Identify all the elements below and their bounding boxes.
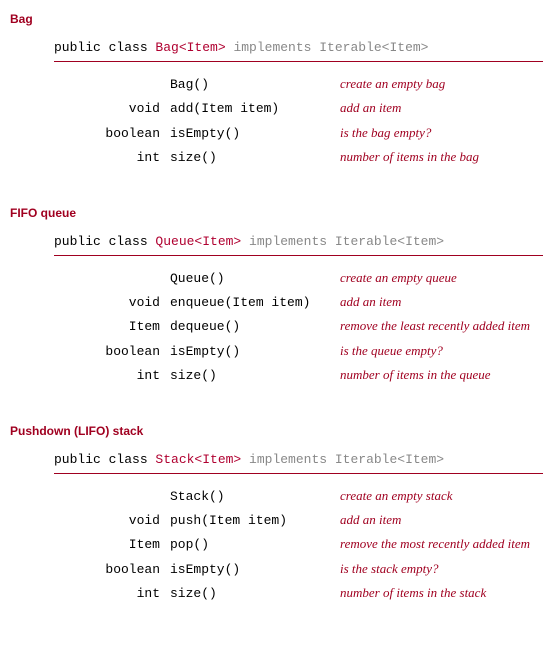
api-row: Item pop() remove the most recently adde… bbox=[10, 532, 547, 556]
method-description: is the stack empty? bbox=[340, 557, 547, 580]
signature-implements: implements Iterable<Item> bbox=[241, 452, 444, 467]
api-row: void push(Item item) add an item bbox=[10, 508, 547, 532]
return-type: void bbox=[10, 509, 170, 532]
signature-implements: implements Iterable<Item> bbox=[241, 234, 444, 249]
method-signature: size() bbox=[170, 582, 340, 605]
method-signature: isEmpty() bbox=[170, 558, 340, 581]
method-signature: pop() bbox=[170, 533, 340, 556]
signature-classname: Bag<Item> bbox=[155, 40, 225, 55]
signature-keyword: public class bbox=[54, 40, 155, 55]
section-queue: FIFO queue public class Queue<Item> impl… bbox=[10, 206, 547, 388]
signature-classname: Queue<Item> bbox=[155, 234, 241, 249]
api-row: void enqueue(Item item) add an item bbox=[10, 290, 547, 314]
section-bag: Bag public class Bag<Item> implements It… bbox=[10, 12, 547, 170]
method-description: add an item bbox=[340, 290, 547, 313]
class-signature: public class Stack<Item> implements Iter… bbox=[54, 448, 543, 474]
api-row: Item dequeue() remove the least recently… bbox=[10, 314, 547, 338]
method-signature: isEmpty() bbox=[170, 340, 340, 363]
method-description: is the queue empty? bbox=[340, 339, 547, 362]
method-signature: isEmpty() bbox=[170, 122, 340, 145]
method-signature: dequeue() bbox=[170, 315, 340, 338]
method-description: add an item bbox=[340, 508, 547, 531]
method-signature: push(Item item) bbox=[170, 509, 340, 532]
method-signature: Queue() bbox=[170, 267, 340, 290]
return-type: int bbox=[10, 582, 170, 605]
api-row: int size() number of items in the stack bbox=[10, 581, 547, 605]
api-row: Stack() create an empty stack bbox=[10, 484, 547, 508]
class-signature: public class Queue<Item> implements Iter… bbox=[54, 230, 543, 256]
method-signature: size() bbox=[170, 146, 340, 169]
section-title: Pushdown (LIFO) stack bbox=[10, 424, 547, 438]
signature-implements: implements Iterable<Item> bbox=[226, 40, 429, 55]
api-row: void add(Item item) add an item bbox=[10, 96, 547, 120]
api-row: Queue() create an empty queue bbox=[10, 266, 547, 290]
return-type: boolean bbox=[10, 122, 170, 145]
api-row: int size() number of items in the bag bbox=[10, 145, 547, 169]
method-signature: Bag() bbox=[170, 73, 340, 96]
api-row: Bag() create an empty bag bbox=[10, 72, 547, 96]
method-signature: add(Item item) bbox=[170, 97, 340, 120]
method-description: number of items in the stack bbox=[340, 581, 547, 604]
signature-classname: Stack<Item> bbox=[155, 452, 241, 467]
method-description: is the bag empty? bbox=[340, 121, 547, 144]
return-type: int bbox=[10, 364, 170, 387]
signature-keyword: public class bbox=[54, 452, 155, 467]
signature-keyword: public class bbox=[54, 234, 155, 249]
method-description: add an item bbox=[340, 96, 547, 119]
method-description: create an empty bag bbox=[340, 72, 547, 95]
method-signature: enqueue(Item item) bbox=[170, 291, 340, 314]
return-type: int bbox=[10, 146, 170, 169]
return-type: Item bbox=[10, 533, 170, 556]
method-description: remove the most recently added item bbox=[340, 532, 547, 555]
method-description: remove the least recently added item bbox=[340, 314, 547, 337]
method-description: number of items in the queue bbox=[340, 363, 547, 386]
section-stack: Pushdown (LIFO) stack public class Stack… bbox=[10, 424, 547, 606]
method-description: create an empty queue bbox=[340, 266, 547, 289]
api-row: boolean isEmpty() is the queue empty? bbox=[10, 339, 547, 363]
return-type: boolean bbox=[10, 340, 170, 363]
api-row: boolean isEmpty() is the bag empty? bbox=[10, 121, 547, 145]
method-description: number of items in the bag bbox=[340, 145, 547, 168]
return-type: void bbox=[10, 291, 170, 314]
method-signature: size() bbox=[170, 364, 340, 387]
api-row: int size() number of items in the queue bbox=[10, 363, 547, 387]
return-type: void bbox=[10, 97, 170, 120]
method-description: create an empty stack bbox=[340, 484, 547, 507]
return-type: Item bbox=[10, 315, 170, 338]
section-title: Bag bbox=[10, 12, 547, 26]
method-signature: Stack() bbox=[170, 485, 340, 508]
class-signature: public class Bag<Item> implements Iterab… bbox=[54, 36, 543, 62]
return-type: boolean bbox=[10, 558, 170, 581]
section-title: FIFO queue bbox=[10, 206, 547, 220]
